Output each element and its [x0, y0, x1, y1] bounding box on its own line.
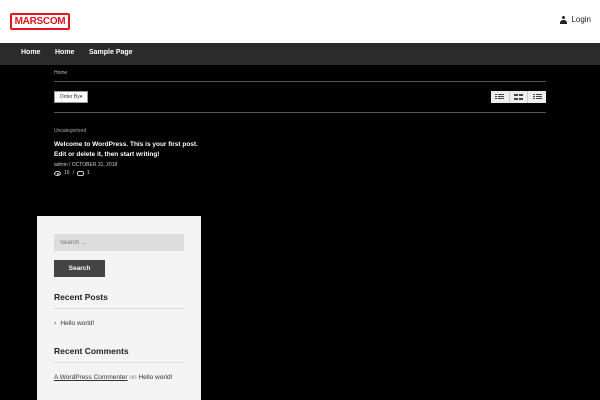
view-count: 16	[64, 170, 70, 176]
login-link[interactable]: Login	[560, 15, 591, 24]
sidebar: Search Recent Posts › Hello world! Recen…	[37, 216, 201, 400]
grid-view-icon	[514, 94, 523, 100]
post-category[interactable]: Uncategorized	[54, 128, 204, 134]
chevron-right-icon: ›	[54, 320, 57, 327]
post-date: OCTOBER 31, 2018	[71, 162, 118, 168]
site-logo[interactable]: MARSCOM	[10, 13, 70, 30]
logo-text: MARSCOM	[14, 16, 66, 27]
comment-author-link[interactable]: A WordPress Commenter	[54, 374, 128, 381]
post-title[interactable]: Welcome to WordPress. This is your first…	[54, 140, 204, 160]
order-by-label: Order By	[59, 94, 80, 100]
stats-separator: /	[72, 170, 74, 176]
comment-on-text: on	[129, 374, 137, 381]
post-stats: 16 / 1	[54, 170, 204, 176]
recent-comment-item: A WordPress Commenter on Hello world!	[54, 374, 172, 381]
widget-divider	[54, 308, 184, 309]
search-input[interactable]	[54, 234, 184, 251]
divider	[54, 81, 546, 82]
divider	[54, 112, 546, 113]
breadcrumb[interactable]: Home	[54, 70, 67, 76]
comment-icon	[76, 170, 84, 176]
widget-divider	[54, 362, 184, 363]
recent-post-link[interactable]: Hello world!	[60, 320, 94, 327]
nav-item-home-2[interactable]: Home	[55, 49, 74, 56]
comment-count[interactable]: 1	[87, 170, 90, 176]
login-label: Login	[571, 15, 591, 24]
post-card: Uncategorized Welcome to WordPress. This…	[54, 128, 204, 176]
compact-list-icon	[532, 94, 542, 100]
eye-icon	[54, 170, 61, 176]
recent-posts-title: Recent Posts	[54, 292, 108, 302]
list-view-button[interactable]	[491, 91, 510, 103]
post-author[interactable]: admin	[54, 162, 68, 168]
post-meta: admin / OCTOBER 31, 2018	[54, 162, 204, 168]
recent-comments-title: Recent Comments	[54, 346, 129, 356]
user-icon	[560, 15, 568, 24]
grid-view-button[interactable]	[510, 91, 529, 103]
compact-list-view-button[interactable]	[528, 91, 546, 103]
list-view-icon	[495, 94, 505, 100]
view-switcher	[491, 91, 546, 103]
site-header: MARSCOM Login	[0, 0, 600, 43]
nav-item-sample-page[interactable]: Sample Page	[89, 49, 133, 56]
comment-post-link[interactable]: Hello world!	[138, 374, 172, 381]
order-by-dropdown[interactable]: Order By ▾	[54, 91, 88, 103]
search-button[interactable]: Search	[54, 260, 105, 277]
recent-post-item[interactable]: › Hello world!	[54, 320, 94, 327]
chevron-down-icon: ▾	[79, 94, 83, 100]
nav-item-home[interactable]: Home	[21, 49, 40, 56]
main-nav: Home Home Sample Page	[0, 43, 600, 65]
